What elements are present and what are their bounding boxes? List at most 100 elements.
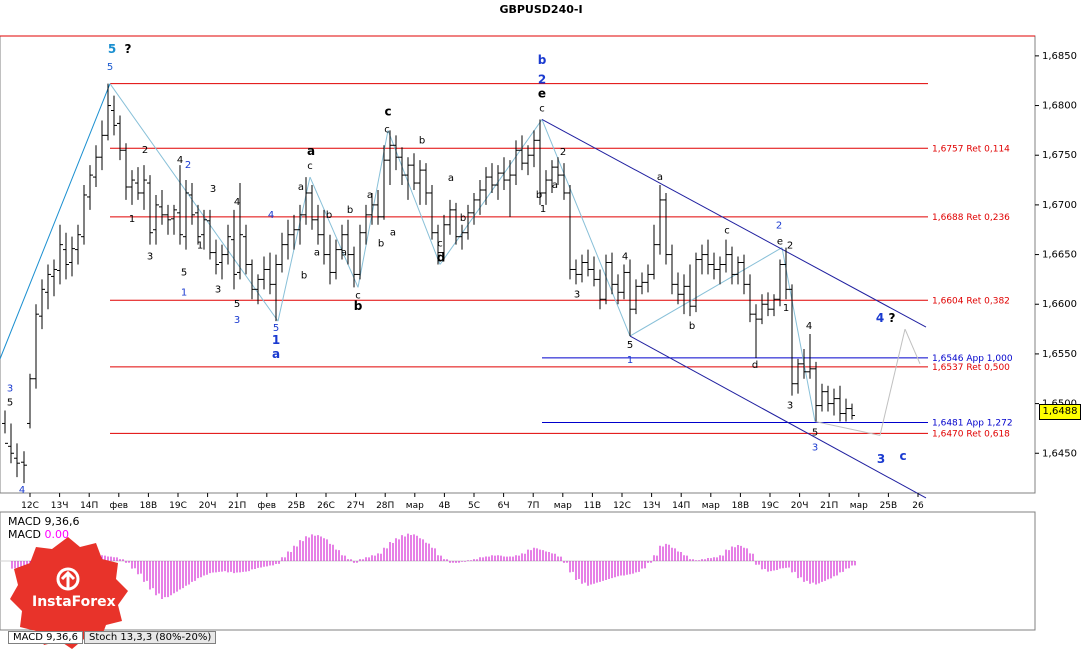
candle-22 bbox=[135, 167, 141, 200]
x-tick-27: 21П bbox=[820, 501, 838, 511]
candle-103 bbox=[621, 264, 627, 300]
candle-29 bbox=[177, 165, 183, 245]
candle-59 bbox=[357, 224, 363, 280]
level-label-3: 1,6604 Ret 0,382 bbox=[932, 296, 1010, 306]
candle-70 bbox=[423, 163, 429, 205]
candle-58 bbox=[351, 246, 357, 288]
wave-label-27: b bbox=[301, 270, 307, 281]
wave-label-12: 1 bbox=[197, 241, 203, 252]
wave-label-14: 5 bbox=[181, 267, 187, 278]
candle-134 bbox=[807, 334, 813, 379]
tab-macd[interactable]: MACD 9,36,6 bbox=[8, 631, 83, 644]
current-price-tag: 1,6488 bbox=[1039, 404, 1081, 420]
candle-121 bbox=[729, 246, 735, 285]
x-axis: 12C 13Ч 14П фев 18В 19С 20Ч 21П фев 25В 26С 27Ч 28П м… bbox=[21, 493, 924, 511]
candle-13 bbox=[81, 185, 87, 245]
wave-label-4: 5 bbox=[7, 398, 13, 409]
y-axis: 1,6850 1,6800 1,6750 1,6700 1,6650 1,6600 1,65… bbox=[1035, 51, 1077, 459]
candle-110 bbox=[663, 192, 669, 265]
candle-6 bbox=[39, 279, 45, 330]
candle-38 bbox=[231, 209, 237, 290]
x-tick-17: 7П bbox=[527, 501, 540, 511]
x-tick-1: 13Ч bbox=[51, 501, 69, 511]
candle-35 bbox=[213, 239, 219, 275]
wave-label-61: 2 bbox=[787, 241, 793, 252]
candle-106 bbox=[639, 272, 645, 295]
wave-label-35: a bbox=[390, 228, 396, 239]
candle-7 bbox=[45, 264, 51, 310]
wave-label-49: b bbox=[536, 190, 542, 201]
candle-140 bbox=[843, 398, 849, 422]
wave-label-40: c bbox=[437, 239, 443, 250]
x-tick-28: мар bbox=[850, 501, 868, 511]
wave-label-63: 4 bbox=[806, 321, 812, 332]
y-tick-0: 1,6850 bbox=[1042, 51, 1077, 62]
candle-98 bbox=[591, 256, 597, 287]
x-tick-22: 14П bbox=[672, 501, 690, 511]
wave-lines bbox=[0, 83, 927, 499]
candle-138 bbox=[831, 388, 837, 416]
wave-label-48: 1 bbox=[540, 204, 546, 215]
indicator-tabs: MACD 9,36,6 Stoch 13,3,3 (80%-20%) bbox=[8, 631, 217, 644]
price-chart[interactable]: 1,6757 Ret 0,114 1,6688 Ret 0,236 1,6604 R… bbox=[0, 0, 1082, 661]
wave-label-15: 1 bbox=[181, 287, 187, 298]
tab-stoch[interactable]: Stoch 13,3,3 (80%-20%) bbox=[83, 631, 217, 644]
candle-105 bbox=[633, 279, 639, 315]
wave-label-28: b bbox=[326, 210, 332, 221]
level-label-7: 1,6470 Ret 0,618 bbox=[932, 429, 1010, 439]
x-tick-23: мар bbox=[702, 501, 720, 511]
level-label-1: 1,6757 Ret 0,114 bbox=[932, 144, 1010, 154]
candle-55 bbox=[333, 239, 339, 280]
y-tick-5: 1,6600 bbox=[1042, 299, 1077, 310]
candle-86 bbox=[519, 135, 525, 171]
candle-96 bbox=[579, 254, 585, 283]
wave-label-34: b bbox=[378, 239, 384, 250]
level-label-6: 1,6481 App 1,272 bbox=[932, 418, 1013, 428]
candle-69 bbox=[417, 160, 423, 205]
candles bbox=[2, 83, 855, 484]
wave-label-24: c bbox=[307, 161, 313, 172]
candle-1 bbox=[8, 423, 14, 464]
wave-label-67: 4 bbox=[876, 311, 884, 325]
candle-108 bbox=[651, 224, 657, 280]
wave-seg-8 bbox=[629, 247, 783, 337]
candle-52 bbox=[315, 204, 321, 245]
x-tick-21: 13Ч bbox=[643, 501, 661, 511]
candle-82 bbox=[495, 165, 501, 200]
channel-line-1 bbox=[629, 335, 927, 499]
candle-124 bbox=[747, 274, 753, 323]
candle-80 bbox=[483, 167, 489, 205]
wave-label-25: a bbox=[298, 182, 304, 193]
candle-54 bbox=[327, 234, 333, 285]
candle-66 bbox=[399, 147, 405, 186]
candle-132 bbox=[795, 358, 801, 394]
candle-36 bbox=[219, 244, 225, 280]
candle-68 bbox=[411, 153, 417, 190]
candle-12 bbox=[75, 224, 81, 265]
chart-title: GBPUSD240-I bbox=[499, 3, 583, 16]
wave-label-10: 3 bbox=[210, 184, 216, 195]
wave-label-66: 3 bbox=[812, 442, 818, 453]
wave-seg-11 bbox=[879, 328, 906, 436]
y-tick-6: 1,6550 bbox=[1042, 349, 1077, 360]
candle-135 bbox=[813, 361, 819, 422]
candle-27 bbox=[165, 204, 171, 235]
candle-46 bbox=[279, 232, 285, 273]
wave-label-6: 2 bbox=[142, 145, 148, 156]
x-tick-12: 28П bbox=[376, 501, 394, 511]
candle-14 bbox=[87, 165, 93, 210]
candle-64 bbox=[387, 130, 393, 186]
candle-131 bbox=[789, 284, 795, 396]
y-tick-3: 1,6700 bbox=[1042, 200, 1077, 211]
candle-115 bbox=[693, 252, 699, 313]
candle-51 bbox=[309, 185, 315, 230]
candle-112 bbox=[675, 272, 681, 305]
candle-79 bbox=[477, 180, 483, 215]
wave-label-32: b bbox=[354, 299, 363, 313]
candle-141 bbox=[849, 403, 855, 420]
candle-21 bbox=[129, 170, 135, 205]
candle-83 bbox=[501, 157, 507, 190]
candle-67 bbox=[405, 157, 411, 200]
candle-25 bbox=[153, 194, 159, 245]
x-tick-10: 26С bbox=[317, 501, 335, 511]
